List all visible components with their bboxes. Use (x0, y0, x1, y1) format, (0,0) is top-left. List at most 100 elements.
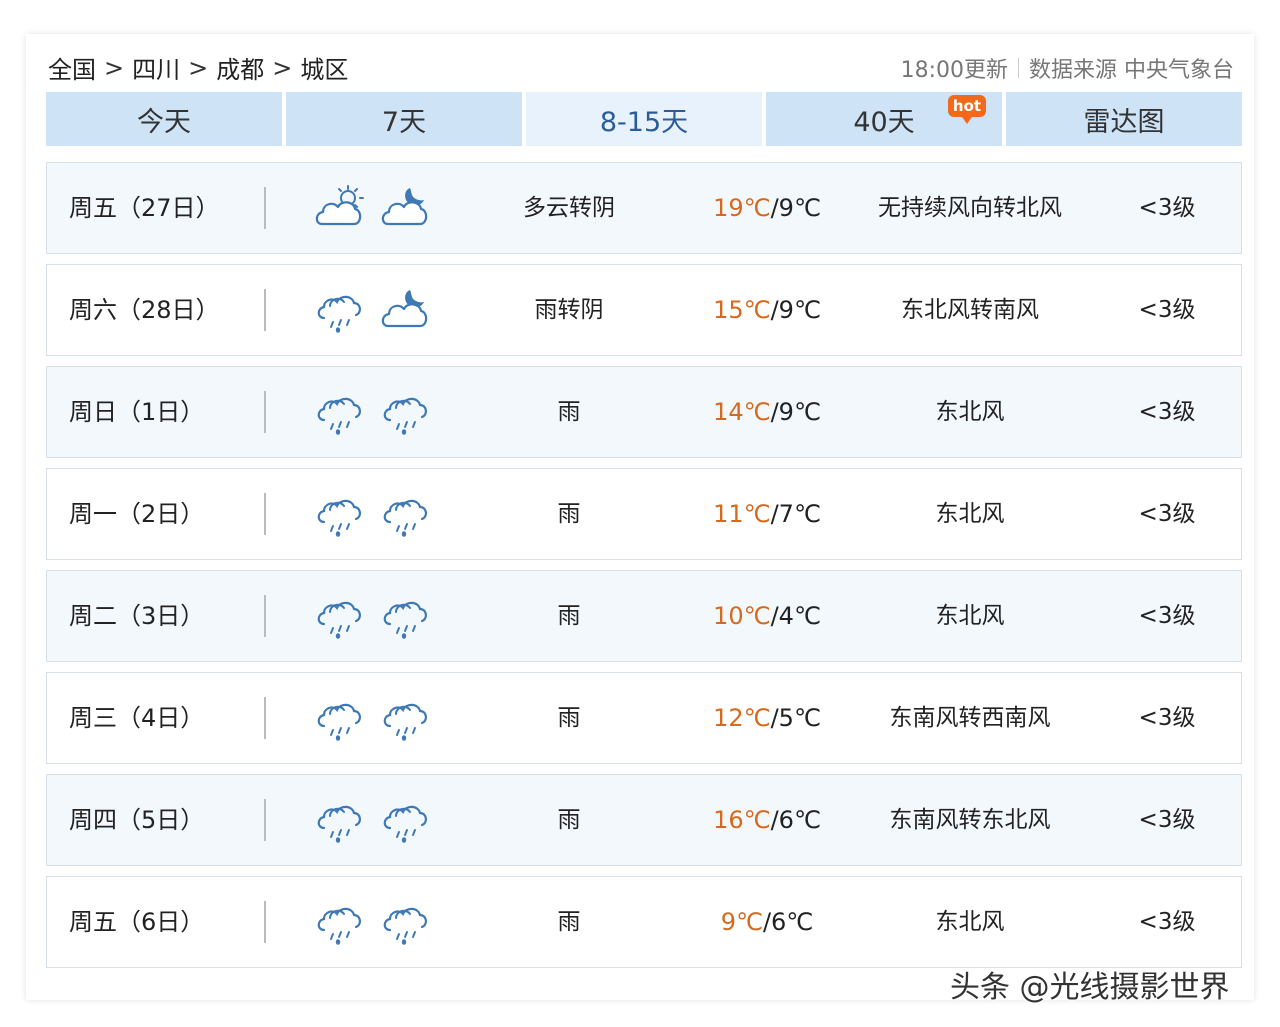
wind-level: <3级 (1138, 297, 1196, 323)
weather-icons (313, 286, 431, 334)
forecast-row: 周三（4日） 雨 12℃/5℃ 东南风转西南风 <3级 (46, 672, 1242, 764)
data-source: 数据来源 中央气象台 (1029, 58, 1234, 83)
weather-condition: 雨 (557, 807, 581, 833)
forecast-row: 周五（6日） 雨 9℃/6℃ 东北风 <3级 (46, 876, 1242, 968)
forecast-tabs: 今天 7天 8-15天 40天 hot 雷达图 (46, 92, 1242, 146)
high-temp: 15℃ (713, 296, 771, 324)
tab-40-days-label: 40天 (853, 106, 915, 138)
wind-direction: 东南风转东北风 (889, 807, 1051, 833)
weather-icons (313, 388, 431, 436)
forecast-row: 周五（27日） 多云转阴 19℃/9℃ 无持续风向转北风 <3级 (46, 162, 1242, 254)
temperature: 11℃/7℃ (687, 469, 847, 559)
temperature: 10℃/4℃ (687, 571, 847, 661)
low-temp: /6℃ (762, 908, 814, 936)
update-time: 18:00更新 (900, 58, 1008, 83)
forecast-list: 周五（27日） 多云转阴 19℃/9℃ 无持续风向转北风 <3级 周六（28日）… (46, 162, 1242, 978)
forecast-day: 周四（5日） (69, 806, 205, 834)
wind-level: <3级 (1138, 705, 1196, 731)
row-divider (264, 697, 266, 739)
update-meta: 18:00更新 数据来源 中央气象台 (901, 52, 1234, 84)
rain-icon (383, 601, 427, 639)
low-temp: /7℃ (770, 500, 821, 528)
temperature: 19℃/9℃ (687, 163, 847, 253)
weather-icons (313, 796, 431, 844)
rain-icon (317, 397, 361, 435)
tab-8-15-days[interactable]: 8-15天 (526, 92, 762, 146)
weather-condition: 雨 (557, 399, 581, 425)
forecast-day: 周日（1日） (69, 398, 205, 426)
tab-today[interactable]: 今天 (46, 92, 282, 146)
cloudy-night-icon (381, 290, 428, 328)
weather-card: 全国 > 四川 > 成都 > 城区 18:00更新 数据来源 中央气象台 今天 … (26, 34, 1254, 1000)
wind-direction: 东北风 (935, 501, 1005, 527)
forecast-day: 周五（27日） (69, 194, 220, 222)
row-divider (264, 187, 266, 229)
wind-direction: 无持续风向转北风 (878, 195, 1062, 221)
breadcrumb-item-country[interactable]: 全国 (48, 50, 96, 85)
row-divider (264, 391, 266, 433)
partly-cloudy-day-icon (315, 185, 364, 226)
forecast-day: 周五（6日） (69, 908, 205, 936)
low-temp: /5℃ (770, 704, 821, 732)
weather-condition: 雨 (557, 501, 581, 527)
forecast-day: 周六（28日） (69, 296, 220, 324)
low-temp: /4℃ (770, 602, 821, 630)
tab-radar[interactable]: 雷达图 (1006, 92, 1242, 146)
row-divider (264, 595, 266, 637)
breadcrumb-separator: > (272, 53, 293, 82)
breadcrumb-item-city[interactable]: 成都 (216, 50, 264, 85)
wind-level: <3级 (1138, 399, 1196, 425)
high-temp: 19℃ (713, 194, 771, 222)
rain-icon (383, 805, 427, 843)
tab-7-days[interactable]: 7天 (286, 92, 522, 146)
high-temp: 11℃ (713, 500, 771, 528)
weather-condition: 雨 (557, 603, 581, 629)
high-temp: 16℃ (713, 806, 771, 834)
weather-icons (313, 898, 431, 946)
temperature: 14℃/9℃ (687, 367, 847, 457)
rain-icon (383, 499, 427, 537)
forecast-day: 周二（3日） (69, 602, 205, 630)
row-divider (264, 799, 266, 841)
breadcrumb-item-province[interactable]: 四川 (132, 50, 180, 85)
weather-icons (313, 490, 431, 538)
rain-icon (317, 295, 361, 333)
wind-level: <3级 (1138, 195, 1196, 221)
wind-level: <3级 (1138, 909, 1196, 935)
weather-icons (313, 592, 431, 640)
temperature: 15℃/9℃ (687, 265, 847, 355)
wind-level: <3级 (1138, 501, 1196, 527)
weather-condition: 雨 (557, 705, 581, 731)
rain-icon (383, 703, 427, 741)
high-temp: 12℃ (713, 704, 771, 732)
rain-icon (317, 499, 361, 537)
breadcrumb-item-district[interactable]: 城区 (300, 50, 348, 85)
wind-direction: 东北风 (935, 909, 1005, 935)
hot-badge: hot (948, 95, 986, 124)
breadcrumb: 全国 > 四川 > 成都 > 城区 (48, 50, 348, 85)
low-temp: /9℃ (770, 398, 821, 426)
forecast-row: 周四（5日） 雨 16℃/6℃ 东南风转东北风 <3级 (46, 774, 1242, 866)
breadcrumb-separator: > (104, 53, 125, 82)
wind-direction: 东南风转西南风 (889, 705, 1051, 731)
high-temp: 9℃ (720, 908, 763, 936)
forecast-day: 周一（2日） (69, 500, 205, 528)
row-divider (264, 493, 266, 535)
temperature: 9℃/6℃ (687, 877, 847, 967)
weather-icons (313, 694, 431, 742)
weather-condition: 雨转阴 (534, 297, 604, 323)
watermark: 头条 @光线摄影世界 (950, 970, 1230, 1005)
forecast-row: 周一（2日） 雨 11℃/7℃ 东北风 <3级 (46, 468, 1242, 560)
forecast-row: 周日（1日） 雨 14℃/9℃ 东北风 <3级 (46, 366, 1242, 458)
wind-direction: 东北风 (935, 399, 1005, 425)
breadcrumb-separator: > (188, 53, 209, 82)
temperature: 16℃/6℃ (687, 775, 847, 865)
meta-divider (1018, 58, 1019, 78)
temperature: 12℃/5℃ (687, 673, 847, 763)
weather-condition: 雨 (557, 909, 581, 935)
rain-icon (317, 601, 361, 639)
weather-icons (313, 184, 431, 232)
forecast-row: 周六（28日） 雨转阴 15℃/9℃ 东北风转南风 <3级 (46, 264, 1242, 356)
rain-icon (317, 703, 361, 741)
tab-40-days[interactable]: 40天 hot (766, 92, 1002, 146)
